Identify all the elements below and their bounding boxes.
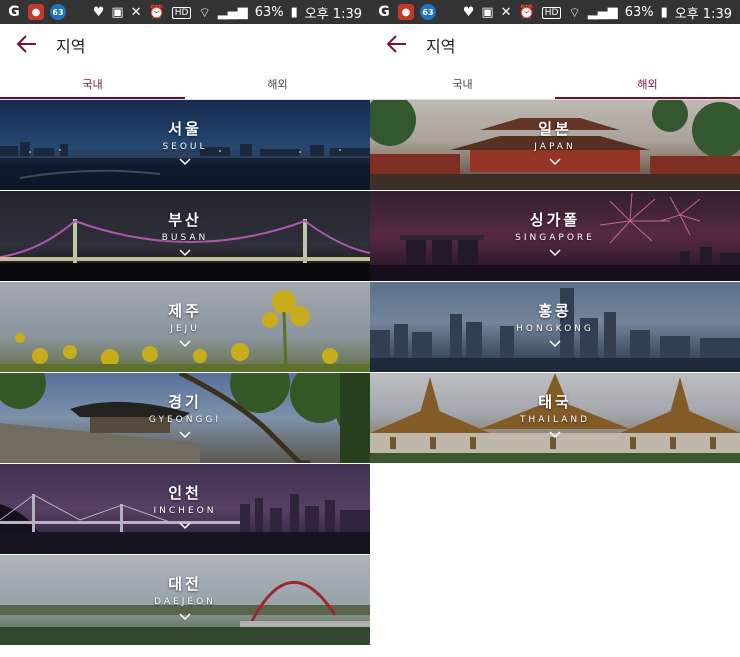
chevron-down-icon: [179, 431, 191, 439]
region-name-ko: 싱가폴: [529, 211, 581, 229]
region-card-jeju[interactable]: 제주 JEJU: [0, 282, 370, 372]
region-name-en: HONGKONG: [516, 324, 594, 334]
app-g-icon: G: [378, 4, 390, 20]
header: 지역: [0, 24, 370, 64]
region-card-daejeon[interactable]: 대전 DAEJEON: [0, 555, 370, 645]
region-name-ko: 대전: [168, 575, 202, 593]
battery-icon: ▮: [290, 5, 298, 20]
region-card-singapore[interactable]: 싱가폴 SINGAPORE: [370, 191, 740, 281]
region-name-en: BUSAN: [161, 233, 209, 243]
region-name-en: JEJU: [170, 324, 200, 334]
chevron-down-icon: [549, 340, 561, 348]
image-icon: ▣: [111, 5, 124, 20]
back-arrow-icon[interactable]: [14, 32, 40, 56]
tab-domestic[interactable]: 국내: [0, 64, 185, 100]
domestic-region-list: 서울 SEOUL 부산 BUSAN 제주 JEJU 경기 GYEONGGI 인천…: [0, 100, 370, 646]
region-name-ko: 경기: [168, 393, 202, 411]
region-name-ko: 부산: [168, 211, 202, 229]
region-card-seoul[interactable]: 서울 SEOUL: [0, 100, 370, 190]
header: 지역: [370, 24, 740, 64]
region-card-incheon[interactable]: 인천 INCHEON: [0, 464, 370, 554]
app-red-icon: ●: [28, 4, 44, 20]
region-tabs: 국내 해외: [370, 64, 740, 100]
region-name-en: INCHEON: [153, 506, 217, 516]
hd-badge: HD: [171, 6, 192, 19]
chevron-down-icon: [549, 431, 561, 439]
heart-icon: ♥: [92, 5, 105, 20]
signal-icon: ▂▄▆: [587, 5, 618, 20]
hd-badge: HD: [541, 6, 562, 19]
region-name-en: GYEONGGI: [148, 415, 222, 425]
chevron-down-icon: [179, 249, 191, 257]
chevron-down-icon: [549, 249, 561, 257]
chevron-down-icon: [179, 613, 191, 621]
region-name-ko: 인천: [168, 484, 202, 502]
battery-level: 63%: [254, 5, 284, 20]
region-name-ko: 태국: [538, 393, 572, 411]
mute-icon: ✕: [130, 5, 142, 20]
app-g-icon: G: [8, 4, 20, 20]
region-name-ko: 홍콩: [538, 302, 572, 320]
mute-icon: ✕: [500, 5, 512, 20]
screen-domestic: G ● 63 ♥ ▣ ✕ ⏰ HD ⌔ ▂▄▆ 63% ▮ 오후 1:39 지역…: [0, 0, 370, 657]
chevron-down-icon: [179, 522, 191, 530]
app-red-icon: ●: [398, 4, 414, 20]
region-card-thailand[interactable]: 태국 THAILAND: [370, 373, 740, 463]
clock: 오후 1:39: [304, 7, 362, 22]
back-arrow-icon[interactable]: [384, 32, 410, 56]
overseas-region-list: 일본 JAPAN 싱가폴 SINGAPORE 홍콩 HONGKONG 태국 TH…: [370, 100, 740, 464]
status-bar: G ● 63 ♥ ▣ ✕ ⏰ HD ⌔ ▂▄▆ 63% ▮ 오후 1:39: [0, 0, 370, 24]
chevron-down-icon: [179, 340, 191, 348]
tab-domestic[interactable]: 국내: [370, 64, 555, 100]
region-name-en: THAILAND: [519, 415, 591, 425]
page-title: 지역: [426, 37, 456, 56]
chevron-down-icon: [179, 158, 191, 166]
screen-overseas: G ● 63 ♥ ▣ ✕ ⏰ HD ⌔ ▂▄▆ 63% ▮ 오후 1:39 지역…: [370, 0, 740, 657]
region-name-en: SEOUL: [162, 142, 208, 152]
region-card-japan[interactable]: 일본 JAPAN: [370, 100, 740, 190]
region-name-en: DAEJEON: [154, 597, 216, 607]
heart-icon: ♥: [462, 5, 475, 20]
region-name-en: JAPAN: [534, 142, 576, 152]
region-name-en: SINGAPORE: [515, 233, 595, 243]
tab-overseas[interactable]: 해외: [555, 64, 740, 100]
wifi-icon: ⌔: [568, 5, 581, 21]
wifi-icon: ⌔: [198, 5, 211, 21]
region-card-busan[interactable]: 부산 BUSAN: [0, 191, 370, 281]
battery-icon: ▮: [660, 5, 668, 20]
tab-overseas[interactable]: 해외: [185, 64, 370, 100]
signal-icon: ▂▄▆: [217, 5, 248, 20]
region-tabs: 국내 해외: [0, 64, 370, 100]
region-card-gyeonggi[interactable]: 경기 GYEONGGI: [0, 373, 370, 463]
page-title: 지역: [56, 37, 86, 56]
region-card-hongkong[interactable]: 홍콩 HONGKONG: [370, 282, 740, 372]
chevron-down-icon: [549, 158, 561, 166]
alarm-icon: ⏰: [148, 5, 165, 20]
region-name-ko: 서울: [168, 120, 202, 138]
clock: 오후 1:39: [674, 7, 732, 22]
image-icon: ▣: [481, 5, 494, 20]
battery-level: 63%: [624, 5, 654, 20]
region-name-ko: 일본: [538, 120, 572, 138]
app-badge-icon: 63: [50, 4, 66, 20]
app-badge-icon: 63: [420, 4, 436, 20]
alarm-icon: ⏰: [518, 5, 535, 20]
status-bar: G ● 63 ♥ ▣ ✕ ⏰ HD ⌔ ▂▄▆ 63% ▮ 오후 1:39: [370, 0, 740, 24]
region-name-ko: 제주: [168, 302, 202, 320]
